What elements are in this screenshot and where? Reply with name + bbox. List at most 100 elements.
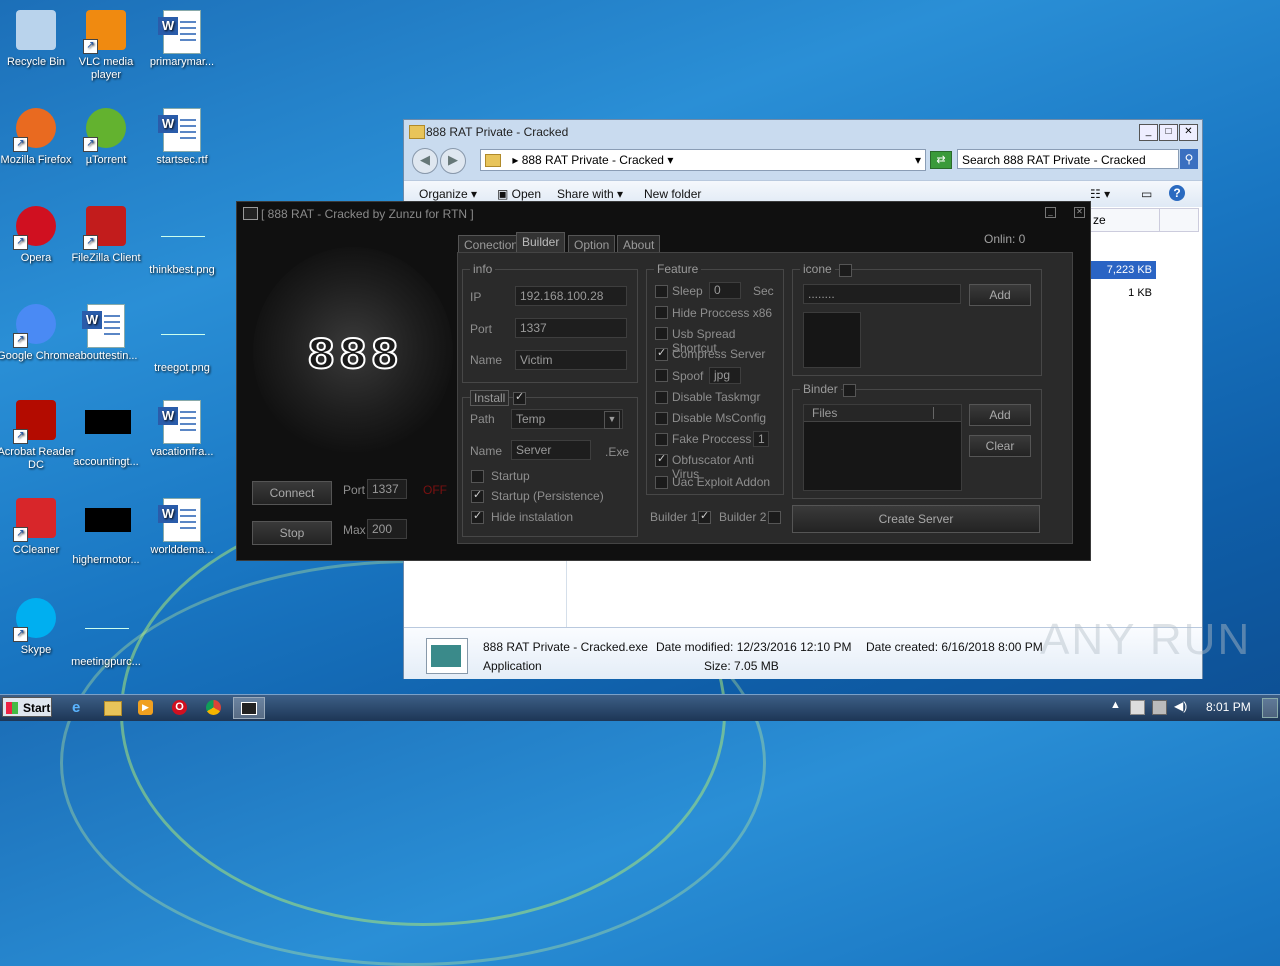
hide-process-checkbox[interactable] (655, 306, 668, 319)
builder2-checkbox[interactable] (768, 511, 781, 524)
desktop-icon[interactable]: ↗ Google Chrome (0, 304, 76, 363)
rat-titlebar[interactable]: [ 888 RAT - Cracked by Zunzu for RTN ] _… (237, 202, 1090, 226)
desktop-icon[interactable]: Wvacationfra... (142, 400, 222, 459)
desktop-icon[interactable]: ↗ VLC media player (66, 10, 146, 82)
media-player-icon[interactable]: ▶ (138, 700, 153, 715)
organize-button[interactable]: Organize ▾ (419, 187, 477, 201)
create-server-button[interactable]: Create Server (792, 505, 1040, 533)
max-connections-input[interactable]: 200 (367, 519, 407, 539)
breadcrumb[interactable]: 888 RAT Private - Cracked (522, 153, 664, 167)
disable-taskmgr-checkbox[interactable] (655, 391, 668, 404)
refresh-button[interactable]: ⇄ (930, 151, 952, 169)
view-options-icon[interactable]: ☷ ▾ (1090, 187, 1110, 201)
address-input[interactable]: ▸ 888 RAT Private - Cracked ▾ ▾ (480, 149, 926, 171)
files-column-header[interactable]: Files (804, 405, 961, 422)
desktop-icon[interactable]: thinkbest.png (142, 206, 222, 277)
victim-name-input[interactable]: Victim (515, 350, 627, 370)
desktop-icon[interactable]: Wprimarymar... (142, 10, 222, 69)
connect-button[interactable]: Connect (252, 481, 332, 505)
desktop-icon[interactable]: Wworlddema... (142, 498, 222, 557)
desktop-icon[interactable]: ↗ FileZilla Client (66, 206, 146, 265)
usb-spread-checkbox[interactable] (655, 327, 668, 340)
binder-clear-button[interactable]: Clear (969, 435, 1031, 457)
fake-process-count-input[interactable]: 1 (753, 431, 769, 447)
maximize-button[interactable]: □ (1159, 124, 1178, 141)
stop-button[interactable]: Stop (252, 521, 332, 545)
open-button[interactable]: ▣ Open (497, 187, 541, 201)
fake-process-checkbox[interactable] (655, 433, 668, 446)
chevron-down-icon[interactable]: ▾ (667, 153, 673, 167)
forward-button[interactable]: ▶ (440, 148, 466, 174)
compress-server-checkbox[interactable] (655, 346, 668, 361)
listen-port-input[interactable]: 1337 (367, 479, 407, 499)
startup-checkbox[interactable] (471, 470, 484, 483)
icon-add-button[interactable]: Add (969, 284, 1031, 306)
binder-add-button[interactable]: Add (969, 404, 1031, 426)
ie-icon[interactable]: e (72, 699, 80, 716)
desktop-icon[interactable]: ↗ Skype (0, 598, 76, 657)
desktop-icon[interactable]: ↗ CCleaner (0, 498, 76, 557)
binder-checkbox[interactable] (843, 384, 856, 397)
minimize-button[interactable]: _ (1045, 207, 1056, 218)
install-path-select[interactable]: Temp ▼ (511, 409, 623, 429)
binder-files-list[interactable]: Files (803, 404, 962, 491)
desktop-icon[interactable]: ↗ Opera (0, 206, 76, 265)
spoof-checkbox[interactable] (655, 369, 668, 382)
desktop-icon[interactable]: ↗ Acrobat Reader DC (0, 400, 76, 472)
close-button[interactable]: ✕ (1179, 124, 1198, 141)
address-dropdown-icon[interactable]: ▾ (915, 150, 921, 170)
desktop-icon[interactable]: highermotor... (66, 498, 146, 567)
show-hidden-icons[interactable]: ▲ (1110, 699, 1121, 711)
back-button[interactable]: ◀ (412, 148, 438, 174)
spoof-extension-input[interactable]: jpg (709, 367, 741, 384)
column-header-size[interactable]: ze (1088, 208, 1160, 232)
preview-pane-icon[interactable]: ▭ (1141, 187, 1152, 201)
network-icon[interactable] (1152, 700, 1167, 715)
desktop-icon[interactable]: Wstartsec.rtf (142, 108, 222, 167)
explorer-titlebar[interactable]: 888 RAT Private - Cracked _ □ ✕ (404, 120, 1202, 144)
hide-installation-checkbox[interactable] (471, 509, 484, 524)
ip-input[interactable]: 192.168.100.28 (515, 286, 627, 306)
desktop-icon[interactable]: treegot.png (142, 304, 222, 375)
close-button[interactable]: ✕ (1074, 207, 1085, 218)
desktop-icon[interactable]: meetingpurc... (66, 598, 146, 669)
desktop-icon[interactable]: accountingt... (66, 400, 146, 469)
path-label: Path (470, 412, 495, 426)
desktop-icon[interactable]: ↗ Mozilla Firefox (0, 108, 76, 167)
disable-msconfig-checkbox[interactable] (655, 412, 668, 425)
desktop-icon[interactable]: ↗ µTorrent (66, 108, 146, 167)
icon-path-input[interactable]: ........ (803, 284, 961, 304)
server-filename-input[interactable]: Server (511, 440, 591, 460)
column-header-extra[interactable] (1159, 208, 1199, 232)
word-doc-icon: W (158, 498, 203, 542)
rat-window[interactable]: [ 888 RAT - Cracked by Zunzu for RTN ] _… (236, 201, 1091, 561)
clock[interactable]: 8:01 PM (1206, 700, 1251, 714)
new-folder-button[interactable]: New folder (644, 187, 701, 201)
volume-icon[interactable]: ◀) (1174, 699, 1187, 713)
desktop-icon[interactable]: Wabouttestin... (66, 304, 146, 363)
action-center-icon[interactable] (1130, 700, 1145, 715)
explorer-taskbar-icon[interactable] (104, 701, 122, 716)
server-port-input[interactable]: 1337 (515, 318, 627, 338)
start-button[interactable]: Start (2, 697, 52, 717)
chrome-taskbar-icon[interactable] (206, 700, 221, 715)
builder1-checkbox[interactable] (698, 509, 711, 524)
sleep-seconds-input[interactable]: 0 (709, 282, 741, 299)
icone-checkbox[interactable] (839, 264, 852, 277)
share-with-button[interactable]: Share with ▾ (557, 187, 623, 201)
desktop-icon[interactable]: Recycle Bin (0, 10, 76, 69)
sleep-checkbox[interactable] (655, 285, 668, 298)
search-input[interactable]: Search 888 RAT Private - Cracked (957, 149, 1179, 169)
help-icon[interactable]: ? (1169, 185, 1185, 201)
chevron-down-icon[interactable]: ▼ (604, 411, 620, 429)
minimize-button[interactable]: _ (1139, 124, 1158, 141)
opera-taskbar-icon[interactable]: O (172, 700, 187, 715)
obfuscator-checkbox[interactable] (655, 452, 668, 467)
search-icon[interactable]: ⚲ (1180, 149, 1198, 169)
startup-persistence-checkbox[interactable] (471, 488, 484, 503)
install-checkbox[interactable] (513, 390, 526, 405)
show-desktop-button[interactable] (1262, 698, 1278, 718)
shortcut-arrow-icon: ↗ (83, 39, 98, 54)
rat-taskbar-button[interactable] (233, 697, 265, 719)
uac-exploit-checkbox[interactable] (655, 476, 668, 489)
